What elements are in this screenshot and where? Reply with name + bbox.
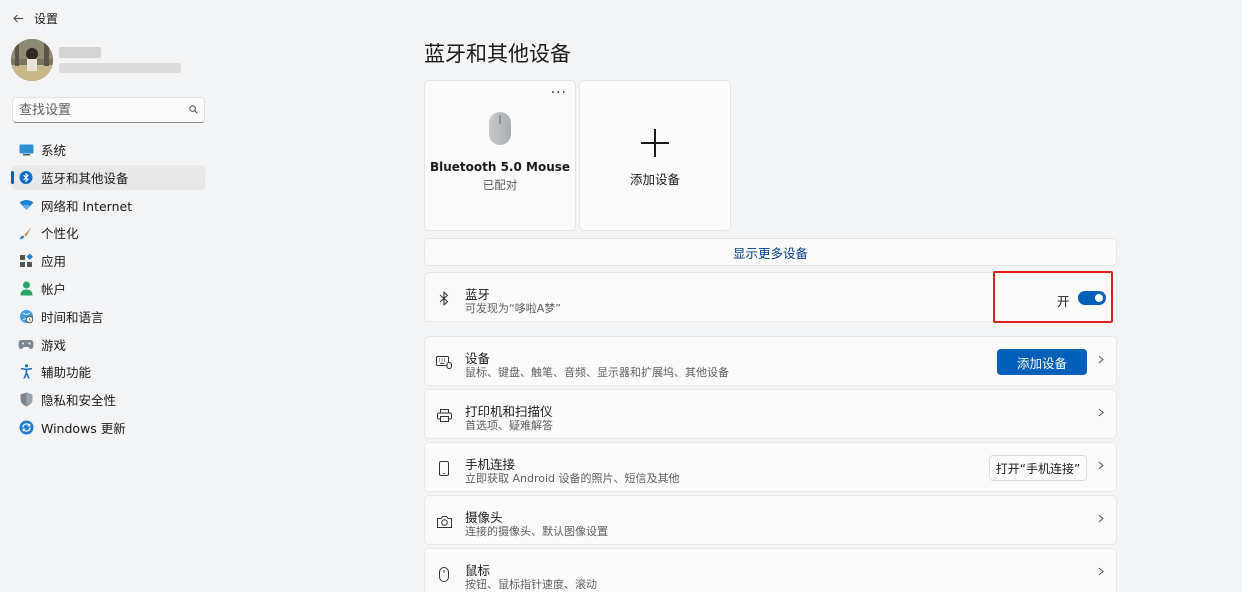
keyboard-icon (435, 353, 453, 371)
sidebar-item-label: 个性化 (41, 226, 79, 242)
update-icon (18, 419, 34, 435)
device-status: 已配对 (482, 178, 518, 192)
sidebar-item-apps[interactable]: 应用 (12, 248, 205, 273)
bluetooth-icon (435, 289, 453, 307)
monitor-icon (18, 142, 34, 158)
sidebar-item-gaming[interactable]: 游戏 (12, 332, 205, 357)
sidebar-item-label: Windows 更新 (41, 420, 126, 436)
sidebar-item-label: 游戏 (41, 337, 67, 353)
chevron-right-icon[interactable] (1098, 565, 1104, 580)
plus-icon (641, 129, 669, 157)
main-content: 蓝牙和其他设备 ··· Bluetooth 5.0 Mouse 已配对 添加设备… (424, 0, 1118, 592)
open-phone-link-button[interactable]: 打开“手机连接” (989, 455, 1087, 481)
sidebar-item-windows-update[interactable]: Windows 更新 (12, 415, 205, 440)
device-name: Bluetooth 5.0 Mouse (429, 160, 571, 174)
sidebar-item-label: 帐户 (41, 281, 67, 297)
sidebar-item-label: 系统 (41, 143, 67, 158)
mouse-card[interactable]: 鼠标 按钮、鼠标指针速度、滚动 (424, 548, 1117, 592)
sidebar-item-accounts[interactable]: 帐户 (12, 276, 205, 301)
chevron-right-icon[interactable] (1098, 459, 1104, 474)
nav-list: 系统 蓝牙和其他设备 网络和 Internet 个性化 应用 帐户 时间和语言 … (11, 137, 205, 443)
bluetooth-toggle[interactable] (1078, 291, 1106, 305)
accessibility-icon (18, 364, 34, 380)
add-device-tile[interactable]: 添加设备 (579, 80, 731, 231)
camera-icon (435, 512, 453, 530)
devices-subtitle: 鼠标、键盘、触笔、音频、显示器和扩展坞、其他设备 (465, 366, 729, 379)
user-info-blurred (59, 47, 181, 73)
shield-icon (18, 392, 34, 408)
show-more-devices-button[interactable]: 显示更多设备 (424, 238, 1117, 266)
sidebar-item-personalization[interactable]: 个性化 (12, 220, 205, 245)
sidebar-item-label: 蓝牙和其他设备 (41, 170, 129, 186)
sidebar-item-network[interactable]: 网络和 Internet (12, 193, 205, 218)
printers-subtitle: 首选项、疑难解答 (465, 419, 553, 432)
sidebar-item-label: 应用 (41, 254, 67, 270)
search-box[interactable] (12, 97, 205, 123)
sidebar-item-label: 网络和 Internet (41, 198, 133, 214)
user-profile[interactable] (11, 39, 181, 81)
search-input[interactable] (19, 102, 189, 118)
chevron-right-icon[interactable] (1098, 353, 1104, 368)
camera-subtitle: 连接的摄像头、默认图像设置 (465, 525, 608, 538)
toggle-knob (1095, 294, 1103, 302)
printers-card[interactable]: 打印机和扫描仪 首选项、疑难解答 (424, 389, 1117, 439)
bluetooth-card: 蓝牙 可发现为“哆啦A梦” 开 (424, 272, 1117, 322)
sidebar-item-bluetooth[interactable]: 蓝牙和其他设备 (11, 164, 205, 190)
add-device-button[interactable]: 添加设备 (997, 349, 1087, 375)
sidebar-item-privacy[interactable]: 隐私和安全性 (12, 387, 205, 412)
account-icon (18, 280, 34, 296)
mouse-icon (435, 565, 453, 583)
devices-card[interactable]: 设备 鼠标、键盘、触笔、音频、显示器和扩展坞、其他设备 添加设备 (424, 336, 1117, 386)
bluetooth-icon (18, 169, 34, 185)
chevron-right-icon[interactable] (1098, 406, 1104, 421)
device-tile-mouse[interactable]: ··· Bluetooth 5.0 Mouse 已配对 (424, 80, 576, 231)
printer-icon (435, 406, 453, 424)
brush-icon (18, 225, 34, 241)
globe-clock-icon (18, 308, 34, 324)
avatar (11, 39, 53, 81)
phone-icon (435, 459, 453, 477)
sidebar-item-label: 辅助功能 (41, 365, 92, 381)
more-options-icon[interactable]: ··· (551, 85, 567, 101)
mouse-device-icon (489, 112, 511, 145)
sidebar-item-label: 隐私和安全性 (41, 393, 117, 409)
sidebar-item-time-language[interactable]: 时间和语言 (12, 304, 205, 329)
page-title: 蓝牙和其他设备 (424, 42, 571, 66)
sidebar: 系统 蓝牙和其他设备 网络和 Internet 个性化 应用 (0, 36, 212, 592)
sidebar-item-label: 时间和语言 (41, 309, 104, 325)
app-title: 设置 (34, 11, 59, 26)
bluetooth-subtitle: 可发现为“哆啦A梦” (465, 302, 561, 315)
sidebar-item-accessibility[interactable]: 辅助功能 (12, 359, 205, 384)
back-arrow-icon[interactable] (4, 4, 32, 32)
apps-icon (18, 253, 34, 269)
phone-link-card[interactable]: 手机连接 立即获取 Android 设备的照片、短信及其他 打开“手机连接” (424, 442, 1117, 492)
add-device-label: 添加设备 (629, 172, 680, 187)
camera-card[interactable]: 摄像头 连接的摄像头、默认图像设置 (424, 495, 1117, 545)
toggle-state-label: 开 (1057, 294, 1070, 309)
phone-link-subtitle: 立即获取 Android 设备的照片、短信及其他 (465, 472, 680, 485)
chevron-right-icon[interactable] (1098, 512, 1104, 527)
mouse-subtitle: 按钮、鼠标指针速度、滚动 (465, 578, 597, 591)
wifi-icon (18, 197, 34, 213)
sidebar-item-system[interactable]: 系统 (12, 137, 205, 162)
gamepad-icon (18, 336, 34, 352)
search-icon (189, 104, 198, 117)
